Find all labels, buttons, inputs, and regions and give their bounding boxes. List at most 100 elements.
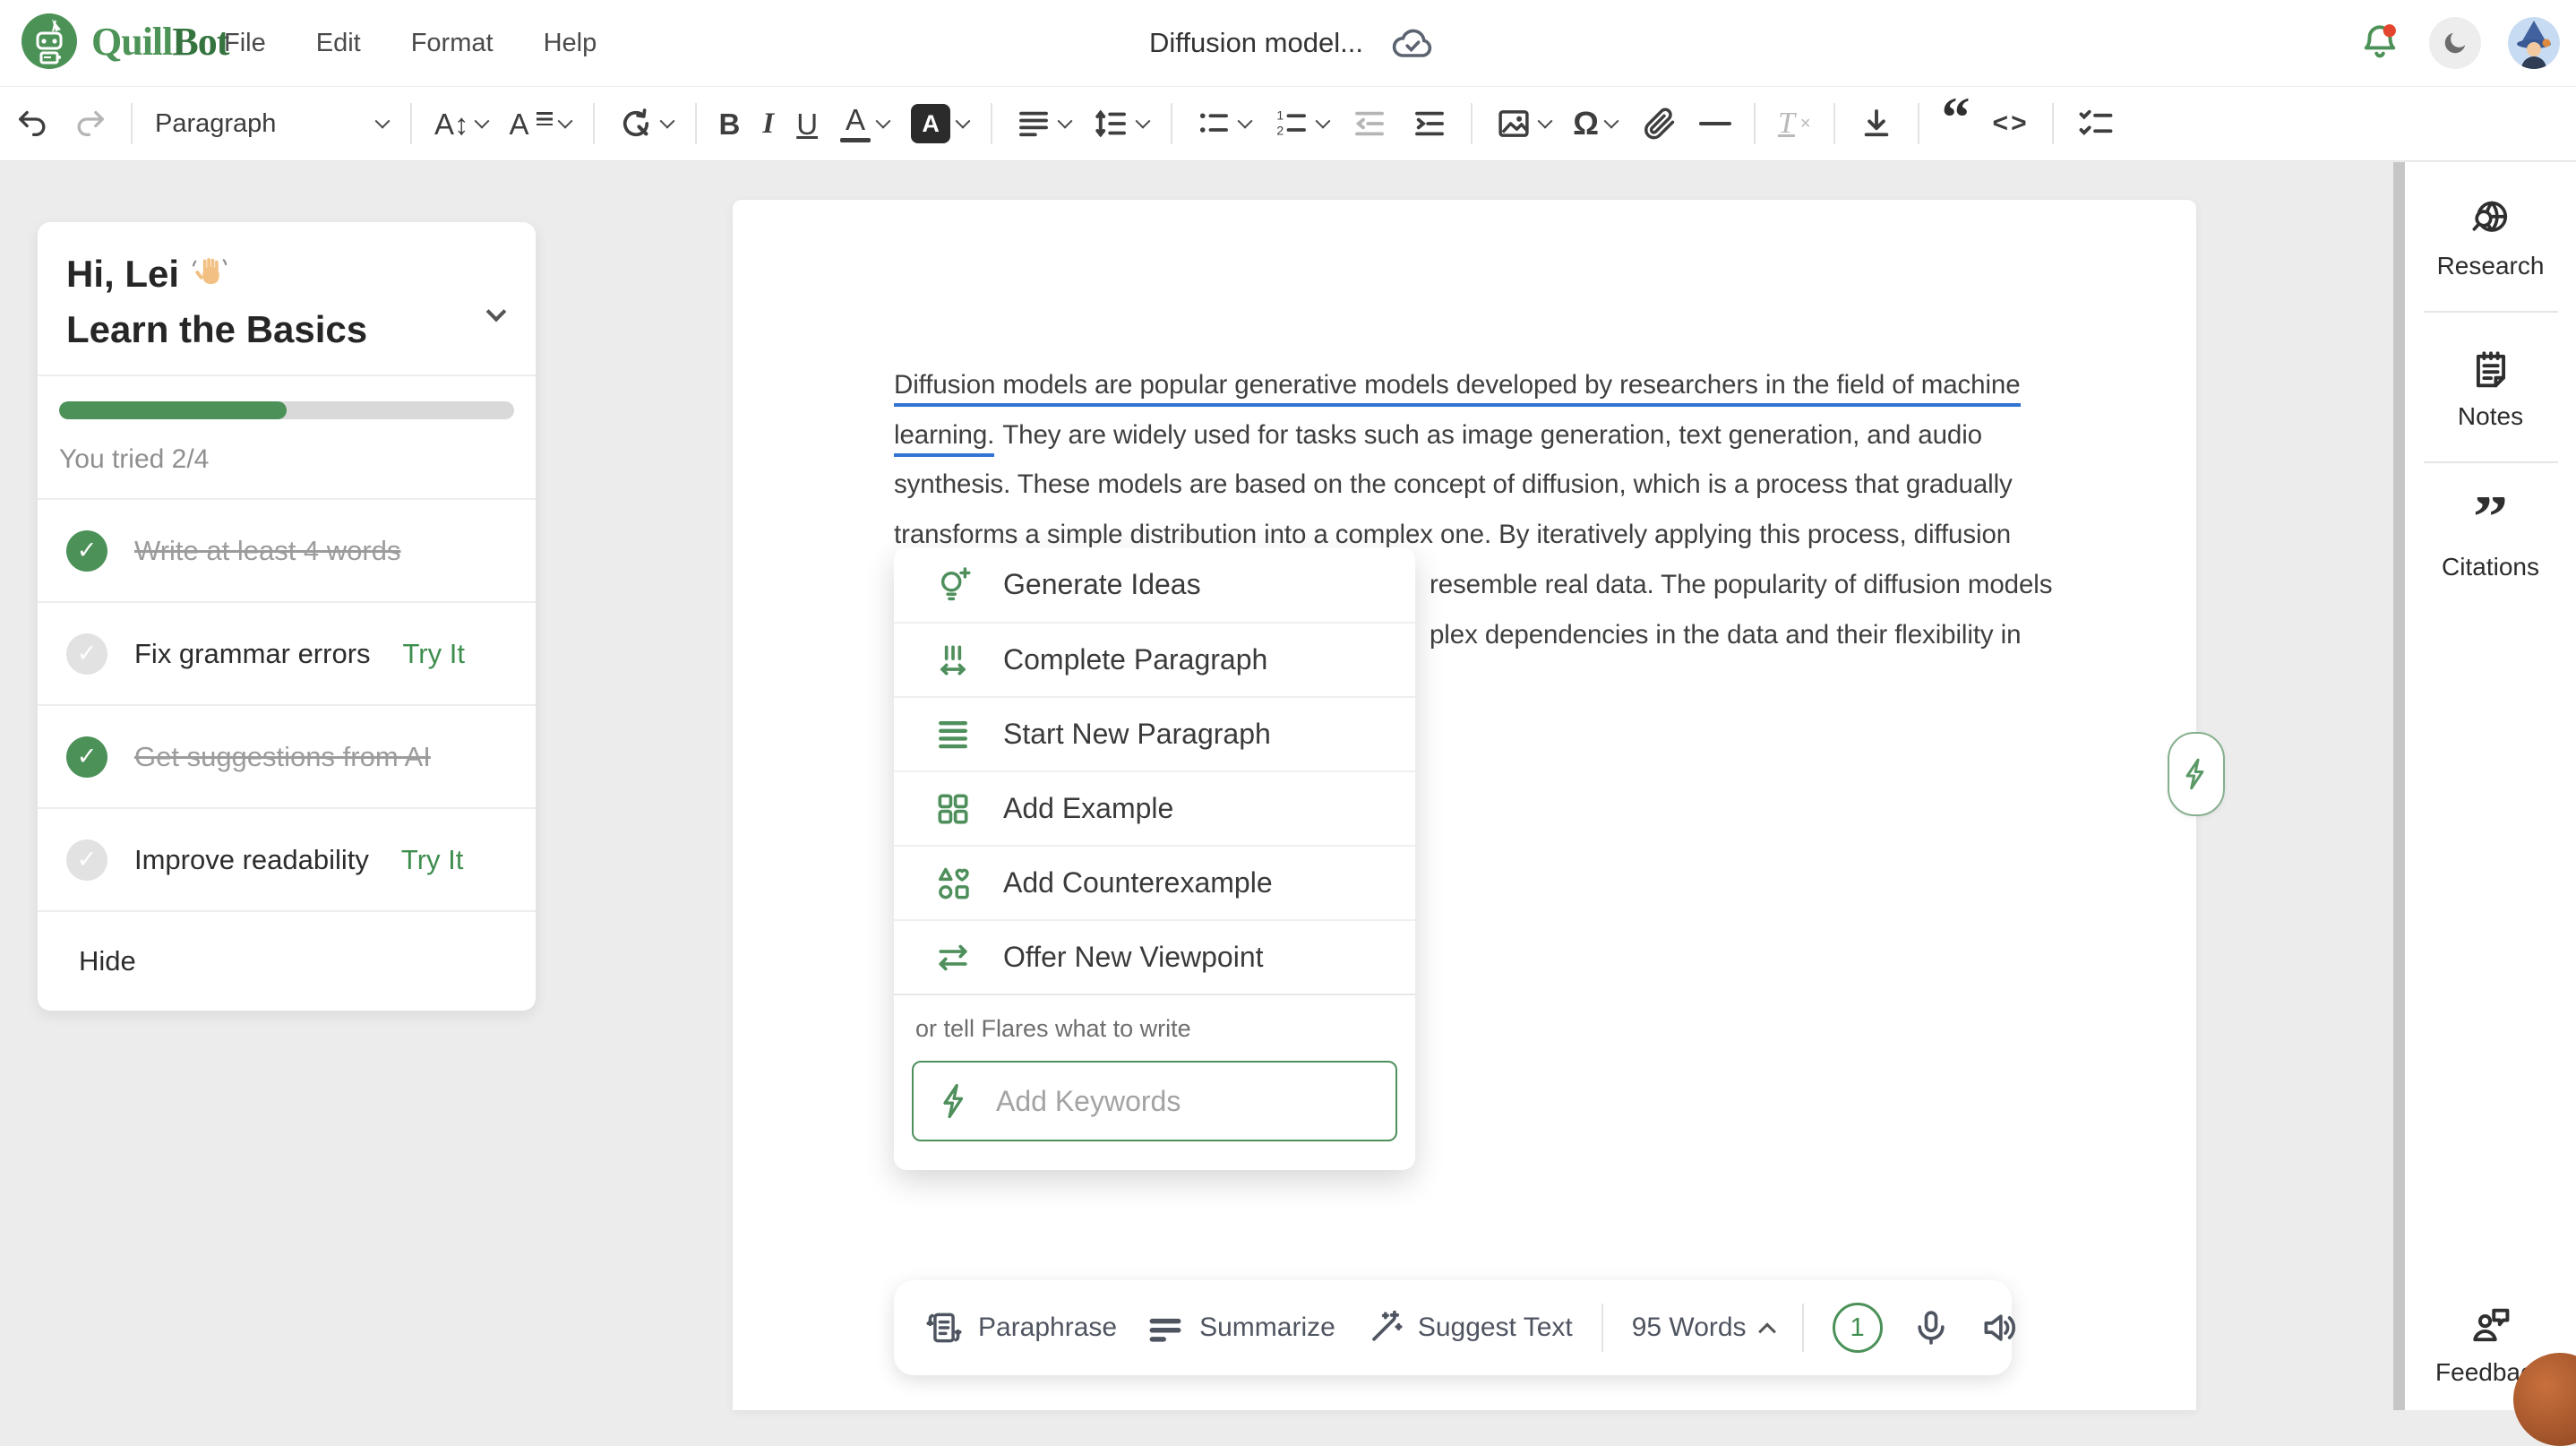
underline-button[interactable]: U: [796, 109, 818, 139]
numbered-list-button[interactable]: 12: [1273, 105, 1328, 142]
paraphrase-button[interactable]: Paraphrase: [924, 1308, 1117, 1347]
feedback-icon: [2468, 1303, 2514, 1349]
outdent-button[interactable]: [1351, 105, 1388, 142]
line-spacing-button[interactable]: [1093, 105, 1148, 142]
avatar[interactable]: [2508, 17, 2560, 69]
task-row[interactable]: ✓ Get suggestions from AI: [38, 704, 536, 807]
dark-mode-toggle[interactable]: [2429, 17, 2481, 69]
editor-line-partial[interactable]: plex dependencies in the data and their …: [1430, 616, 2005, 654]
task-check-icon[interactable]: ✓: [66, 633, 107, 675]
bullet-list-button[interactable]: [1195, 105, 1250, 142]
word-count-button[interactable]: 95 Words: [1632, 1313, 1773, 1343]
bold-button[interactable]: B: [719, 109, 741, 139]
paragraph-style-select[interactable]: Paragraph: [155, 109, 388, 139]
task-row[interactable]: ✓ Fix grammar errors Try It: [38, 601, 536, 704]
speaker-icon[interactable]: [1979, 1308, 2019, 1347]
align-button[interactable]: [1015, 105, 1070, 142]
menu-item-add-counterexample[interactable]: Add Counterexample: [894, 845, 1415, 919]
chevron-down-icon: [1058, 114, 1073, 129]
chevron-down-icon: [1316, 114, 1331, 129]
divider: [695, 103, 697, 144]
try-it-link[interactable]: Try It: [403, 638, 465, 670]
chevron-down-icon: [659, 114, 674, 129]
topbar: QuillBot File Edit Format Help Diffusion…: [0, 0, 2576, 86]
horizontal-rule-button[interactable]: [1699, 122, 1731, 125]
download-button[interactable]: [1858, 105, 1895, 142]
undo-button[interactable]: [14, 106, 50, 142]
hide-button[interactable]: Hide: [38, 910, 536, 1011]
link-icon: [1639, 105, 1677, 142]
special-characters-button[interactable]: Ω: [1573, 108, 1617, 140]
editor-line[interactable]: synthesis. These models are based on the…: [894, 466, 2005, 504]
highlight-icon: A: [911, 104, 950, 143]
progress-section: [38, 374, 536, 425]
notifications-bell-icon[interactable]: [2357, 21, 2402, 65]
sidebar-item-citations[interactable]: ” Citations: [2405, 463, 2576, 612]
task-check-icon[interactable]: ✓: [66, 736, 107, 778]
menu-item-generate-ideas[interactable]: Generate Ideas: [894, 547, 1415, 622]
redo-button[interactable]: [73, 106, 108, 142]
redo-icon: [73, 106, 108, 142]
task-row[interactable]: ✓ Write at least 4 words: [38, 498, 536, 601]
menu-edit[interactable]: Edit: [316, 29, 361, 58]
color-bar: [840, 138, 871, 142]
paraphrase-tool-button[interactable]: [617, 105, 673, 142]
sidebar-item-notes[interactable]: Notes: [2405, 313, 2576, 461]
paragraph-lines-icon: [933, 715, 973, 754]
progress-label: You tried 2/4: [38, 425, 536, 498]
font-style-button[interactable]: A: [510, 109, 571, 139]
task-row[interactable]: ✓ Improve readability Try It: [38, 807, 536, 910]
card-title: Learn the Basics: [66, 308, 507, 351]
notes-icon: [2468, 347, 2514, 393]
microphone-icon[interactable]: [1911, 1308, 1951, 1347]
clear-formatting-button[interactable]: T×: [1778, 107, 1811, 141]
divider: [1754, 103, 1756, 144]
suggest-text-button[interactable]: Suggest Text: [1364, 1308, 1573, 1347]
checklist-icon: [2076, 104, 2116, 143]
editor-line[interactable]: Diffusion models are popular generative …: [894, 366, 2005, 404]
sidebar-item-research[interactable]: Research: [2405, 162, 2576, 311]
paraphrase-icon: [924, 1308, 964, 1347]
quillbot-logo[interactable]: QuillBot: [20, 12, 228, 71]
flares-trigger-button[interactable]: [2168, 732, 2225, 816]
menu-file[interactable]: File: [224, 29, 266, 58]
horizontal-rule-icon: [1699, 122, 1731, 125]
indent-button[interactable]: [1411, 105, 1448, 142]
menu-help[interactable]: Help: [544, 29, 597, 58]
chevron-down-icon: [956, 114, 971, 129]
blockquote-button[interactable]: “: [1942, 108, 1971, 139]
document-title[interactable]: Diffusion model...: [1149, 27, 1363, 59]
insert-image-button[interactable]: [1495, 105, 1550, 142]
svg-text:2: 2: [1276, 123, 1284, 137]
divider: [131, 103, 133, 144]
image-icon: [1495, 105, 1533, 142]
insert-link-button[interactable]: [1639, 105, 1677, 142]
try-it-link[interactable]: Try It: [401, 844, 463, 876]
highlight-color-button[interactable]: A: [911, 104, 968, 143]
menu-format[interactable]: Format: [411, 29, 494, 58]
code-block-button[interactable]: <>: [1993, 108, 2030, 139]
flares-helper-text: or tell Flares what to write: [912, 1015, 1397, 1061]
vertical-scrollbar[interactable]: [2393, 162, 2405, 1410]
menu-item-offer-new-viewpoint[interactable]: Offer New Viewpoint: [894, 919, 1415, 994]
menu-item-add-example[interactable]: Add Example: [894, 770, 1415, 845]
menu-item-complete-paragraph[interactable]: Complete Paragraph: [894, 622, 1415, 696]
add-keywords-input[interactable]: [912, 1061, 1397, 1141]
editor-line-partial[interactable]: resemble real data. The popularity of di…: [1430, 566, 2005, 604]
task-check-icon[interactable]: ✓: [66, 530, 107, 572]
summarize-button[interactable]: Summarize: [1146, 1308, 1335, 1347]
italic-button[interactable]: I: [762, 109, 774, 139]
divider: [1918, 103, 1919, 144]
wave-emoji: [190, 254, 229, 294]
undo-icon: [14, 106, 50, 142]
sentence-count-badge[interactable]: 1: [1833, 1303, 1883, 1353]
text-color-button[interactable]: A: [840, 105, 889, 142]
task-check-icon[interactable]: ✓: [66, 839, 107, 881]
workspace: Hi, Lei Learn the Basics You tried 2/4 ✓…: [0, 162, 2576, 1410]
font-size-button[interactable]: A↕: [434, 109, 487, 139]
checklist-button[interactable]: [2076, 104, 2116, 143]
menu-item-start-new-paragraph[interactable]: Start New Paragraph: [894, 696, 1415, 770]
editor-line[interactable]: learning.They are widely used for tasks …: [894, 417, 2005, 454]
menu-bar: File Edit Format Help: [224, 0, 597, 86]
learn-basics-header[interactable]: Hi, Lei Learn the Basics: [38, 222, 536, 374]
